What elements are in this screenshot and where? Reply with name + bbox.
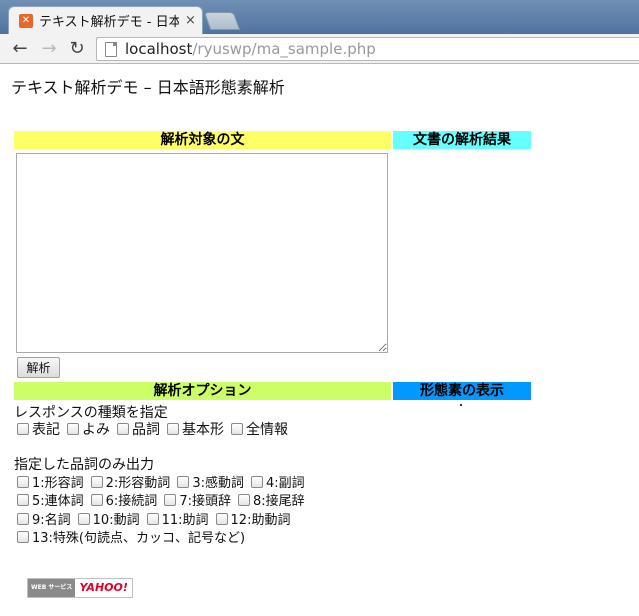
response-type-option[interactable]: 基本形: [167, 419, 224, 439]
result-section-header: 文書の解析結果: [393, 131, 531, 149]
back-arrow-icon[interactable]: ←: [9, 38, 31, 60]
pos-option[interactable]: 3:感動詞: [177, 472, 244, 491]
page-title: テキスト解析デモ – 日本語形態素解析: [11, 78, 285, 97]
checkbox[interactable]: [250, 475, 263, 488]
pos-row: 9:名詞 10:動詞 11:助詞 12:助動詞: [17, 509, 297, 528]
checkbox[interactable]: [164, 493, 177, 506]
pos-option[interactable]: 2:形容動詞: [90, 472, 170, 491]
checkbox[interactable]: [237, 493, 250, 506]
analyze-button[interactable]: 解析: [17, 357, 60, 378]
checkbox[interactable]: [231, 423, 243, 435]
browser-tabstrip: ✕ テキスト解析デモ - 日本語 ×: [0, 0, 639, 34]
options-section-header: 解析オプション: [14, 382, 391, 400]
pos-option[interactable]: 4:副詞: [250, 472, 305, 491]
checkbox[interactable]: [17, 530, 29, 543]
page-icon: [105, 41, 117, 57]
tab-title: テキスト解析デモ - 日本語: [39, 15, 179, 30]
pos-row: 13:特殊(句読点、カッコ、記号など): [17, 527, 252, 546]
pos-option[interactable]: 12:助動詞: [215, 509, 290, 528]
pos-option[interactable]: 8:接尾辞: [237, 490, 305, 509]
response-type-row: 表記 よみ 品詞 基本形 全情報: [17, 419, 295, 439]
pos-row: 5:連体詞 6:接続詞 7:接頭辞 8:接尾辞: [17, 490, 312, 509]
credit-webservice-text: WEB サービス: [28, 579, 76, 597]
response-type-option[interactable]: よみ: [67, 419, 110, 439]
url-text: localhost/ryuswp/ma_sample.php: [125, 40, 376, 58]
page-content: テキスト解析デモ – 日本語形態素解析 解析対象の文 文書の解析結果 解析 解析…: [0, 64, 639, 616]
checkbox[interactable]: [117, 423, 129, 435]
new-tab-button[interactable]: [203, 12, 241, 30]
pos-option[interactable]: 13:特殊(句読点、カッコ、記号など): [17, 527, 245, 546]
result-area-dot: [460, 404, 462, 406]
yahoo-webservice-credit-logo[interactable]: WEB サービス YAHOO!: [27, 578, 133, 598]
analysis-text-input[interactable]: [16, 153, 388, 353]
pos-option[interactable]: 11:助詞: [146, 509, 209, 528]
checkbox[interactable]: [17, 475, 29, 488]
response-type-option[interactable]: 品詞: [117, 419, 160, 439]
checkbox[interactable]: [167, 423, 179, 435]
reload-icon[interactable]: ↻: [66, 38, 88, 60]
pos-option[interactable]: 9:名詞: [17, 509, 71, 528]
input-section-header: 解析対象の文: [14, 131, 391, 149]
pos-option[interactable]: 5:連体詞: [17, 490, 84, 509]
pos-option[interactable]: 7:接頭辞: [164, 490, 231, 509]
response-type-option[interactable]: 表記: [17, 419, 60, 439]
tab-close-icon[interactable]: ×: [185, 13, 196, 28]
browser-tab-active[interactable]: ✕ テキスト解析デモ - 日本語 ×: [8, 6, 203, 34]
checkbox[interactable]: [77, 512, 90, 525]
checkbox[interactable]: [215, 512, 228, 525]
checkbox[interactable]: [90, 475, 103, 488]
xampp-favicon-icon: ✕: [19, 13, 33, 28]
forward-arrow-icon[interactable]: →: [38, 38, 60, 60]
response-type-option[interactable]: 全情報: [231, 419, 288, 439]
checkbox[interactable]: [177, 475, 190, 488]
display-section-header: 形態素の表示: [393, 382, 531, 400]
pos-option[interactable]: 10:動詞: [77, 509, 140, 528]
checkbox[interactable]: [90, 493, 103, 506]
pos-filter-label: 指定した品詞のみ出力: [14, 457, 154, 473]
pos-option[interactable]: 1:形容詞: [17, 472, 84, 491]
pos-row: 1:形容詞 2:形容動詞 3:感動詞 4:副詞: [17, 472, 312, 491]
url-path: /ryuswp/ma_sample.php: [192, 40, 376, 58]
browser-toolbar: ← → ↻ localhost/ryuswp/ma_sample.php: [0, 34, 639, 64]
checkbox[interactable]: [17, 512, 29, 525]
credit-yahoo-text: YAHOO!: [79, 581, 128, 594]
checkbox[interactable]: [146, 512, 159, 525]
checkbox[interactable]: [17, 493, 29, 506]
checkbox[interactable]: [67, 423, 79, 435]
url-host: localhost: [125, 40, 193, 58]
checkbox[interactable]: [17, 423, 29, 435]
address-bar[interactable]: localhost/ryuswp/ma_sample.php: [96, 37, 639, 61]
pos-option[interactable]: 6:接続詞: [90, 490, 157, 509]
